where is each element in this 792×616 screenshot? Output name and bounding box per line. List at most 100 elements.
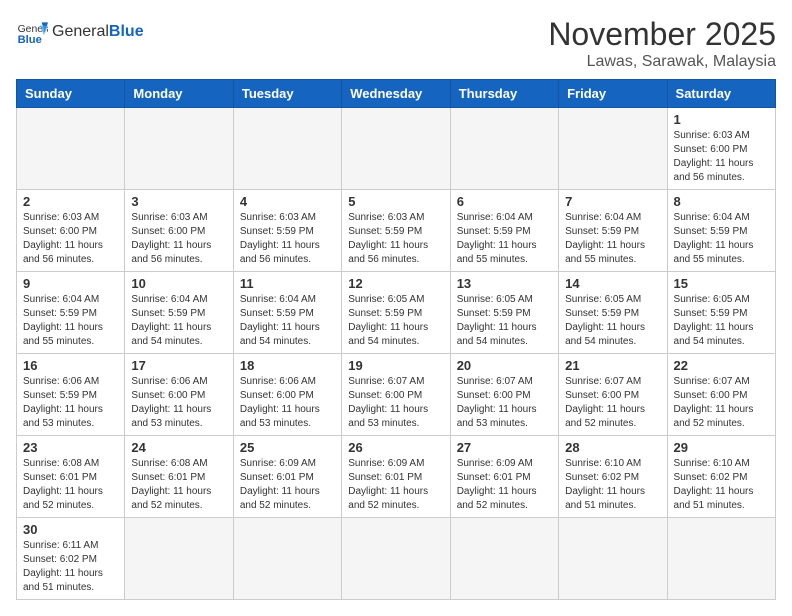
- svg-text:Blue: Blue: [18, 34, 42, 46]
- day-info: Sunrise: 6:03 AM Sunset: 5:59 PM Dayligh…: [348, 211, 443, 267]
- day-number: 29: [674, 440, 769, 455]
- day-info: Sunrise: 6:10 AM Sunset: 6:02 PM Dayligh…: [565, 457, 660, 513]
- calendar-cell: 25 Sunrise: 6:09 AM Sunset: 6:01 PM Dayli…: [233, 436, 341, 518]
- calendar-cell: 4 Sunrise: 6:03 AM Sunset: 5:59 PM Daylig…: [233, 190, 341, 272]
- day-number: 24: [131, 440, 226, 455]
- calendar-week-3: 9 Sunrise: 6:04 AM Sunset: 5:59 PM Daylig…: [17, 272, 776, 354]
- calendar-cell: 29 Sunrise: 6:10 AM Sunset: 6:02 PM Dayli…: [667, 436, 775, 518]
- calendar-cell: 8 Sunrise: 6:04 AM Sunset: 5:59 PM Daylig…: [667, 190, 775, 272]
- day-number: 25: [240, 440, 335, 455]
- calendar-week-5: 23 Sunrise: 6:08 AM Sunset: 6:01 PM Dayli…: [17, 436, 776, 518]
- day-header-monday: Monday: [125, 80, 233, 108]
- logo-general: General: [52, 23, 109, 40]
- calendar-cell: 6Sunrise: 6:04 AM Sunset: 5:59 PM Daylig…: [450, 190, 558, 272]
- day-number: 28: [565, 440, 660, 455]
- day-info: Sunrise: 6:06 AM Sunset: 5:59 PM Dayligh…: [23, 375, 118, 431]
- day-number: 5: [348, 194, 443, 209]
- calendar-cell: 24Sunrise: 6:08 AM Sunset: 6:01 PM Dayli…: [125, 436, 233, 518]
- day-header-saturday: Saturday: [667, 80, 775, 108]
- day-info: Sunrise: 6:06 AM Sunset: 6:00 PM Dayligh…: [131, 375, 226, 431]
- calendar-cell: [450, 108, 558, 190]
- day-number: 3: [131, 194, 226, 209]
- calendar-week-6: 30Sunrise: 6:11 AM Sunset: 6:02 PM Dayli…: [17, 518, 776, 600]
- logo-icon: General Blue: [16, 16, 48, 48]
- day-info: Sunrise: 6:04 AM Sunset: 5:59 PM Dayligh…: [457, 211, 552, 267]
- logo-blue: Blue: [109, 23, 144, 40]
- calendar-cell: 12Sunrise: 6:05 AM Sunset: 5:59 PM Dayli…: [342, 272, 450, 354]
- calendar-cell: [233, 518, 341, 600]
- day-info: Sunrise: 6:07 AM Sunset: 6:00 PM Dayligh…: [348, 375, 443, 431]
- day-number: 2: [23, 194, 118, 209]
- calendar-cell: [233, 108, 341, 190]
- day-number: 13: [457, 276, 552, 291]
- calendar-cell: 17Sunrise: 6:06 AM Sunset: 6:00 PM Dayli…: [125, 354, 233, 436]
- calendar-cell: 27 Sunrise: 6:09 AM Sunset: 6:01 PM Dayli…: [450, 436, 558, 518]
- day-number: 30: [23, 522, 118, 537]
- day-number: 12: [348, 276, 443, 291]
- day-info: Sunrise: 6:06 AM Sunset: 6:00 PM Dayligh…: [240, 375, 335, 431]
- location-title: Lawas, Sarawak, Malaysia: [548, 53, 776, 71]
- logo-text: GeneralBlue: [52, 23, 144, 41]
- day-info: Sunrise: 6:07 AM Sunset: 6:00 PM Dayligh…: [674, 375, 769, 431]
- day-info: Sunrise: 6:04 AM Sunset: 5:59 PM Dayligh…: [240, 293, 335, 349]
- day-info: Sunrise: 6:08 AM Sunset: 6:01 PM Dayligh…: [23, 457, 118, 513]
- logo: General Blue GeneralBlue: [16, 16, 144, 48]
- calendar-cell: 22 Sunrise: 6:07 AM Sunset: 6:00 PM Dayli…: [667, 354, 775, 436]
- day-info: Sunrise: 6:10 AM Sunset: 6:02 PM Dayligh…: [674, 457, 769, 513]
- calendar-cell: 7Sunrise: 6:04 AM Sunset: 5:59 PM Daylig…: [559, 190, 667, 272]
- day-info: Sunrise: 6:04 AM Sunset: 5:59 PM Dayligh…: [674, 211, 769, 267]
- calendar-cell: 3Sunrise: 6:03 AM Sunset: 6:00 PM Daylig…: [125, 190, 233, 272]
- day-number: 9: [23, 276, 118, 291]
- day-info: Sunrise: 6:09 AM Sunset: 6:01 PM Dayligh…: [457, 457, 552, 513]
- calendar-cell: 2 Sunrise: 6:03 AM Sunset: 6:00 PM Daylig…: [17, 190, 125, 272]
- calendar-cell: 14Sunrise: 6:05 AM Sunset: 5:59 PM Dayli…: [559, 272, 667, 354]
- day-number: 10: [131, 276, 226, 291]
- calendar-cell: 26 Sunrise: 6:09 AM Sunset: 6:01 PM Dayli…: [342, 436, 450, 518]
- day-info: Sunrise: 6:04 AM Sunset: 5:59 PM Dayligh…: [131, 293, 226, 349]
- day-info: Sunrise: 6:03 AM Sunset: 5:59 PM Dayligh…: [240, 211, 335, 267]
- day-number: 23: [23, 440, 118, 455]
- day-number: 19: [348, 358, 443, 373]
- calendar-cell: 18Sunrise: 6:06 AM Sunset: 6:00 PM Dayli…: [233, 354, 341, 436]
- day-number: 16: [23, 358, 118, 373]
- calendar-cell: 5 Sunrise: 6:03 AM Sunset: 5:59 PM Daylig…: [342, 190, 450, 272]
- day-number: 4: [240, 194, 335, 209]
- calendar-cell: [342, 108, 450, 190]
- calendar-cell: [125, 518, 233, 600]
- day-info: Sunrise: 6:03 AM Sunset: 6:00 PM Dayligh…: [23, 211, 118, 267]
- calendar-cell: [559, 518, 667, 600]
- day-info: Sunrise: 6:04 AM Sunset: 5:59 PM Dayligh…: [565, 211, 660, 267]
- day-info: Sunrise: 6:07 AM Sunset: 6:00 PM Dayligh…: [565, 375, 660, 431]
- day-number: 8: [674, 194, 769, 209]
- day-number: 20: [457, 358, 552, 373]
- calendar-cell: 16 Sunrise: 6:06 AM Sunset: 5:59 PM Dayli…: [17, 354, 125, 436]
- calendar-cell: 9 Sunrise: 6:04 AM Sunset: 5:59 PM Daylig…: [17, 272, 125, 354]
- calendar-cell: [125, 108, 233, 190]
- day-info: Sunrise: 6:09 AM Sunset: 6:01 PM Dayligh…: [240, 457, 335, 513]
- day-number: 26: [348, 440, 443, 455]
- calendar: SundayMondayTuesdayWednesdayThursdayFrid…: [16, 79, 776, 600]
- day-info: Sunrise: 6:09 AM Sunset: 6:01 PM Dayligh…: [348, 457, 443, 513]
- day-info: Sunrise: 6:05 AM Sunset: 5:59 PM Dayligh…: [565, 293, 660, 349]
- day-info: Sunrise: 6:05 AM Sunset: 5:59 PM Dayligh…: [674, 293, 769, 349]
- calendar-cell: [17, 108, 125, 190]
- calendar-week-1: 1Sunrise: 6:03 AM Sunset: 6:00 PM Daylig…: [17, 108, 776, 190]
- header: General Blue GeneralBlue November 2025 L…: [16, 16, 776, 71]
- calendar-cell: 21 Sunrise: 6:07 AM Sunset: 6:00 PM Dayli…: [559, 354, 667, 436]
- calendar-cell: 30Sunrise: 6:11 AM Sunset: 6:02 PM Dayli…: [17, 518, 125, 600]
- day-header-friday: Friday: [559, 80, 667, 108]
- month-title: November 2025: [548, 16, 776, 53]
- day-header-sunday: Sunday: [17, 80, 125, 108]
- day-number: 27: [457, 440, 552, 455]
- title-block: November 2025 Lawas, Sarawak, Malaysia: [548, 16, 776, 71]
- day-number: 22: [674, 358, 769, 373]
- calendar-cell: [342, 518, 450, 600]
- calendar-week-2: 2 Sunrise: 6:03 AM Sunset: 6:00 PM Daylig…: [17, 190, 776, 272]
- calendar-cell: [450, 518, 558, 600]
- calendar-cell: 15Sunrise: 6:05 AM Sunset: 5:59 PM Dayli…: [667, 272, 775, 354]
- day-info: Sunrise: 6:04 AM Sunset: 5:59 PM Dayligh…: [23, 293, 118, 349]
- day-number: 21: [565, 358, 660, 373]
- day-info: Sunrise: 6:03 AM Sunset: 6:00 PM Dayligh…: [674, 129, 769, 185]
- calendar-cell: 19 Sunrise: 6:07 AM Sunset: 6:00 PM Dayli…: [342, 354, 450, 436]
- day-info: Sunrise: 6:05 AM Sunset: 5:59 PM Dayligh…: [457, 293, 552, 349]
